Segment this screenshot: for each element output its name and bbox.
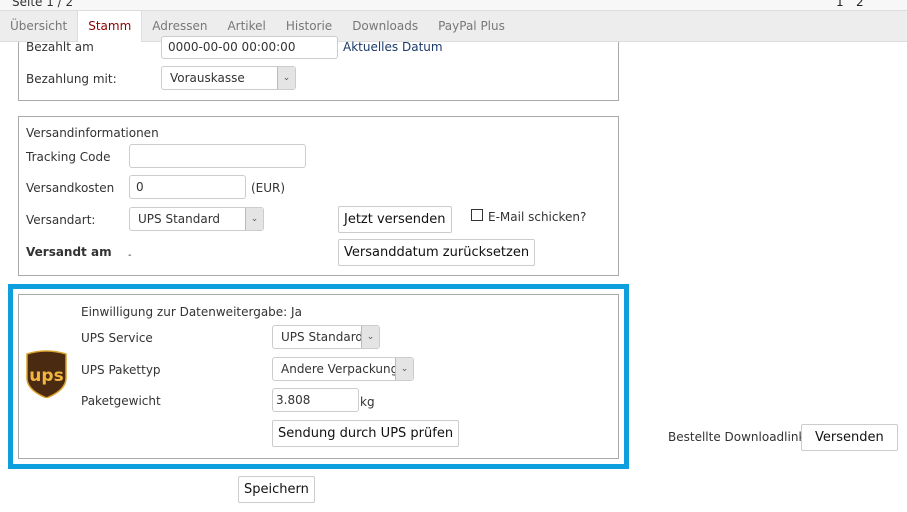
tracking-code-input[interactable] <box>129 144 306 168</box>
payment-method-value: Vorauskasse <box>170 71 245 85</box>
paid-date-input[interactable]: 0000-00-00 00:00:00 <box>161 36 338 59</box>
ups-check-button[interactable]: Sendung durch UPS prüfen <box>272 420 460 447</box>
email-label: E-Mail schicken? <box>488 210 587 224</box>
page-link-2[interactable]: 2 <box>856 0 864 9</box>
chevron-down-icon: ⌄ <box>361 326 379 348</box>
shipped-label: Versandt am <box>26 245 112 259</box>
downloads-label: Bestellte Downloadlinks <box>668 430 812 444</box>
consent-text: Einwilligung zur Datenweitergabe: Ja <box>81 305 302 319</box>
shipping-cost-input[interactable]: 0 <box>129 175 246 199</box>
page-link-1[interactable]: 1 <box>836 0 844 9</box>
shipping-type-label: Versandart: <box>26 213 96 227</box>
send-downloads-button[interactable]: Versenden <box>801 424 898 451</box>
ups-package-label: UPS Pakettyp <box>81 363 161 377</box>
email-checkbox[interactable] <box>471 209 483 221</box>
top-bar: Seite 1 / 2 1 2 <box>0 0 907 10</box>
chevron-down-icon: ⌄ <box>277 67 295 89</box>
ups-service-value: UPS Standard <box>281 330 364 344</box>
tab-uebersicht[interactable]: Übersicht <box>0 11 77 41</box>
send-now-button[interactable]: Jetzt versenden <box>338 206 452 233</box>
shipping-type-value: UPS Standard <box>138 212 221 226</box>
current-date-link[interactable]: Aktuelles Datum <box>343 40 443 54</box>
ups-logo: ups <box>26 350 67 399</box>
svg-text:ups: ups <box>29 366 63 386</box>
shipping-cost-label: Versandkosten <box>26 181 115 195</box>
tab-stamm[interactable]: Stamm <box>77 11 143 42</box>
ups-package-select[interactable]: Andere Verpackung ⌄ <box>272 357 414 381</box>
ups-service-select[interactable]: UPS Standard ⌄ <box>272 325 380 349</box>
tab-bar: Übersicht Stamm Adressen Artikel Histori… <box>0 10 907 42</box>
shipped-value: - <box>128 250 132 261</box>
currency-label: (EUR) <box>251 181 286 195</box>
payment-method-select[interactable]: Vorauskasse ⌄ <box>161 66 296 90</box>
chevron-down-icon: ⌄ <box>395 358 413 380</box>
weight-label: Paketgewicht <box>81 394 161 408</box>
reset-ship-date-button[interactable]: Versanddatum zurücksetzen <box>338 239 536 266</box>
page-info: Seite 1 / 2 <box>12 0 74 9</box>
tracking-label: Tracking Code <box>26 150 111 164</box>
tab-paypal-plus[interactable]: PayPal Plus <box>428 11 515 41</box>
paid-label: Bezahlt am <box>26 40 94 54</box>
shipping-type-select[interactable]: UPS Standard ⌄ <box>129 207 264 231</box>
weight-unit: kg <box>360 395 375 409</box>
chevron-down-icon: ⌄ <box>245 208 263 230</box>
save-button[interactable]: Speichern <box>238 476 315 503</box>
weight-input[interactable]: 3.808 <box>272 388 359 412</box>
tab-downloads[interactable]: Downloads <box>342 11 428 41</box>
shipping-title: Versandinformationen <box>26 126 159 140</box>
payment-method-label: Bezahlung mit: <box>26 72 117 86</box>
ups-package-value: Andere Verpackung <box>281 362 399 376</box>
ups-service-label: UPS Service <box>81 331 153 345</box>
